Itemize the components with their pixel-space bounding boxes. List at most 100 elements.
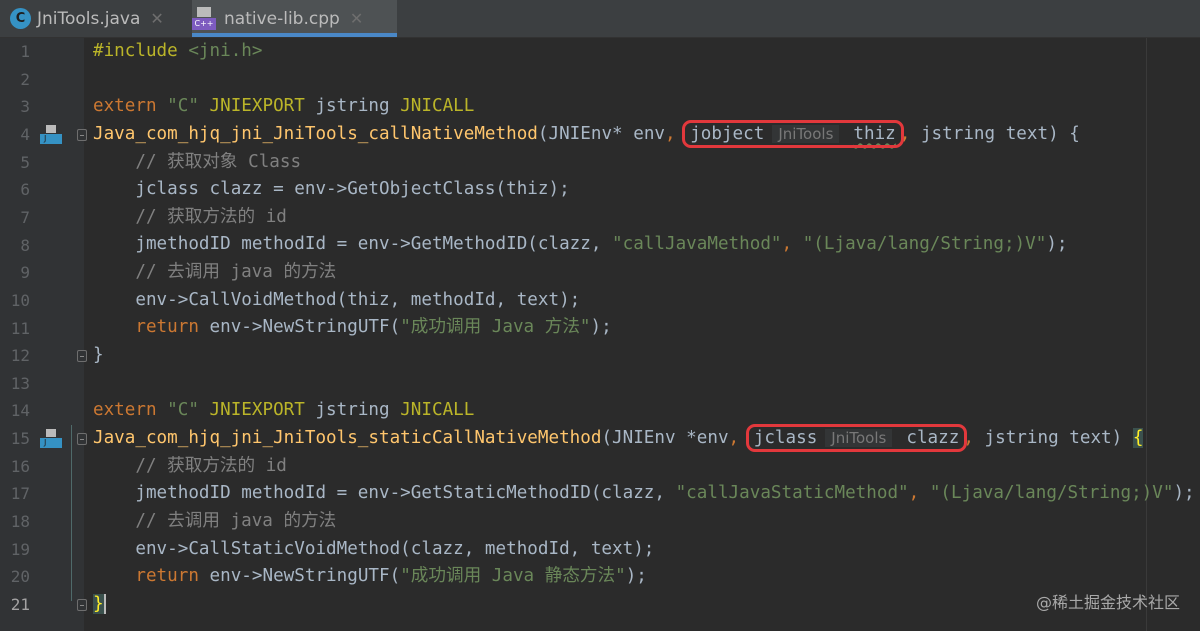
keyword-token: extern — [93, 400, 168, 421]
tab-jnitools-java[interactable]: C JniTools.java ✕ — [10, 0, 190, 37]
tab-native-lib-cpp[interactable]: C++ native-lib.cpp ✕ — [192, 0, 397, 37]
line-number: 17 — [10, 484, 30, 504]
code-text-token: jstring — [315, 96, 401, 117]
macro-token: JNIEXPORT — [209, 400, 316, 421]
brace-token: } — [93, 593, 104, 614]
scope-range-indicator — [71, 425, 72, 601]
fold-marker-icon[interactable] — [77, 599, 87, 611]
string-token: "(Ljava/lang/String;)V" — [802, 234, 1047, 255]
code-text-token: jclass — [753, 427, 818, 448]
string-token: "成功调用 Java 静态方法" — [400, 566, 626, 587]
macro-token: JNICALL — [400, 400, 475, 421]
comment-token: // 获取对象 Class — [93, 151, 302, 172]
keyword-token: , — [665, 123, 687, 144]
comment-token: // 获取方法的 id — [93, 455, 287, 476]
code-text-token: clazz — [906, 427, 960, 448]
close-icon[interactable]: ✕ — [350, 9, 363, 28]
code-line[interactable]: // 获取方法的 id — [93, 204, 1195, 232]
keyword-token: , — [908, 483, 930, 504]
code-text-token: jstring text) — [984, 427, 1133, 448]
line-number-gutter[interactable]: 1 2 3 4 5 6 7 8 9 10 11 12 13 14 15 16 17 18 19 20 21 J J — [0, 38, 87, 631]
watermark: @稀土掘金技术社区 — [1035, 593, 1180, 612]
fold-marker-icon[interactable] — [77, 350, 87, 363]
code-text-token: jstring — [315, 400, 401, 421]
jni-navigate-icon[interactable]: J — [40, 124, 62, 145]
keyword-token: , — [781, 234, 803, 255]
code-editor[interactable]: #include <jni.h> extern "C" JNIEXPORT jst… — [93, 38, 1195, 618]
code-text-token: env->CallVoidMethod(thiz, methodId, text… — [93, 289, 581, 310]
line-number: 21 — [10, 595, 30, 614]
line-number: 14 — [10, 401, 30, 421]
code-text-token: env->CallStaticVoidMethod(clazz, methodI… — [93, 538, 655, 559]
code-line[interactable]: Java_com_hjq_jni_JniTools_staticCallNati… — [93, 423, 1195, 453]
code-line[interactable]: jmethodID methodId = env->GetStaticMetho… — [93, 480, 1194, 508]
line-number: 15 — [10, 429, 30, 449]
code-line[interactable]: } — [93, 591, 1195, 619]
keyword-token: return — [135, 566, 210, 587]
line-number: 11 — [10, 318, 30, 338]
code-line[interactable]: env->CallStaticVoidMethod(clazz, methodI… — [93, 536, 1195, 564]
line-number: 6 — [20, 180, 30, 200]
code-line[interactable]: extern "C" JNIEXPORT jstring JNICALL — [93, 93, 1195, 121]
java-class-icon: C — [10, 8, 31, 29]
line-number: 12 — [10, 346, 30, 366]
code-line[interactable]: // 获取对象 Class — [93, 149, 1195, 177]
string-token: "callJavaMethod" — [612, 234, 782, 255]
code-line[interactable]: extern "C" JNIEXPORT jstring JNICALL — [93, 397, 1195, 425]
keyword-token: extern — [93, 96, 168, 117]
code-text-token: ); — [625, 566, 647, 587]
code-text-token: } — [93, 345, 104, 366]
code-line[interactable] — [93, 370, 1195, 398]
line-number: 4 — [20, 124, 30, 144]
tab-label: JniTools.java — [37, 8, 141, 29]
code-line[interactable]: return env->NewStringUTF("成功调用 Java 静态方法… — [93, 563, 1195, 591]
macro-token: JNICALL — [400, 96, 475, 117]
code-text-token: env->NewStringUTF( — [209, 317, 401, 338]
code-line[interactable]: #include <jni.h> — [93, 38, 1195, 66]
code-text-token: jobject — [690, 123, 765, 144]
inlay-hint-token[interactable]: JniTools — [825, 428, 893, 447]
string-token: <jni.h> — [188, 41, 263, 61]
inlay-hint-token[interactable]: JniTools — [772, 124, 840, 143]
line-number: 7 — [20, 207, 30, 227]
code-text-token: ); — [1046, 234, 1068, 255]
code-line[interactable]: jmethodID methodId = env->GetMethodID(cl… — [93, 231, 1195, 259]
comment-token: // 去调用 java 的方法 — [93, 510, 337, 531]
tab-label: native-lib.cpp — [224, 8, 340, 29]
code-line[interactable]: jclass clazz = env->GetObjectClass(thiz)… — [93, 176, 1195, 204]
line-number: 16 — [10, 456, 30, 476]
code-line[interactable]: Java_com_hjq_jni_JniTools_callNativeMeth… — [93, 119, 1195, 149]
editor-tab-bar: C JniTools.java ✕ C++ native-lib.cpp ✕ — [0, 0, 1200, 38]
code-text-token: jclass clazz = env->GetObjectClass(thiz)… — [93, 179, 570, 200]
string-token: "C" — [167, 400, 210, 421]
code-text-token: env->NewStringUTF( — [209, 566, 401, 587]
string-token: "(Ljava/lang/String;)V" — [929, 483, 1174, 504]
line-number: 1 — [20, 42, 30, 61]
line-number: 10 — [10, 290, 30, 310]
jni-navigate-icon[interactable]: J — [40, 429, 62, 449]
code-line[interactable]: // 去调用 java 的方法 — [93, 259, 1195, 287]
line-number: 2 — [20, 69, 30, 89]
code-line[interactable]: return env->NewStringUTF("成功调用 Java 方法")… — [93, 314, 1195, 342]
fold-marker-icon[interactable] — [77, 128, 87, 141]
code-line[interactable]: // 获取方法的 id — [93, 453, 1195, 481]
close-icon[interactable]: ✕ — [150, 9, 163, 28]
comment-token: // 获取方法的 id — [93, 206, 287, 227]
highlight-box: jobject JniTools thiz — [682, 119, 904, 148]
fold-marker-icon[interactable] — [77, 433, 87, 446]
line-number: 13 — [10, 373, 30, 393]
line-number: 20 — [10, 567, 30, 587]
code-line[interactable]: // 去调用 java 的方法 — [93, 508, 1195, 536]
cpp-file-icon: C++ — [192, 6, 216, 31]
code-line[interactable]: env->CallVoidMethod(thiz, methodId, text… — [93, 287, 1195, 315]
code-line[interactable]: } — [93, 342, 1195, 370]
code-line[interactable] — [93, 66, 1195, 94]
string-token: "成功调用 Java 方法" — [400, 317, 591, 338]
keyword-token: , — [963, 427, 985, 448]
code-text-token: jmethodID methodId = env->GetMethodID(cl… — [93, 234, 613, 255]
function-name-token: Java_com_hjq_jni_JniTools_staticCallNati… — [93, 427, 602, 448]
keyword-token: , — [899, 123, 921, 144]
code-text-token: jmethodID methodId = env->GetStaticMetho… — [93, 483, 676, 504]
